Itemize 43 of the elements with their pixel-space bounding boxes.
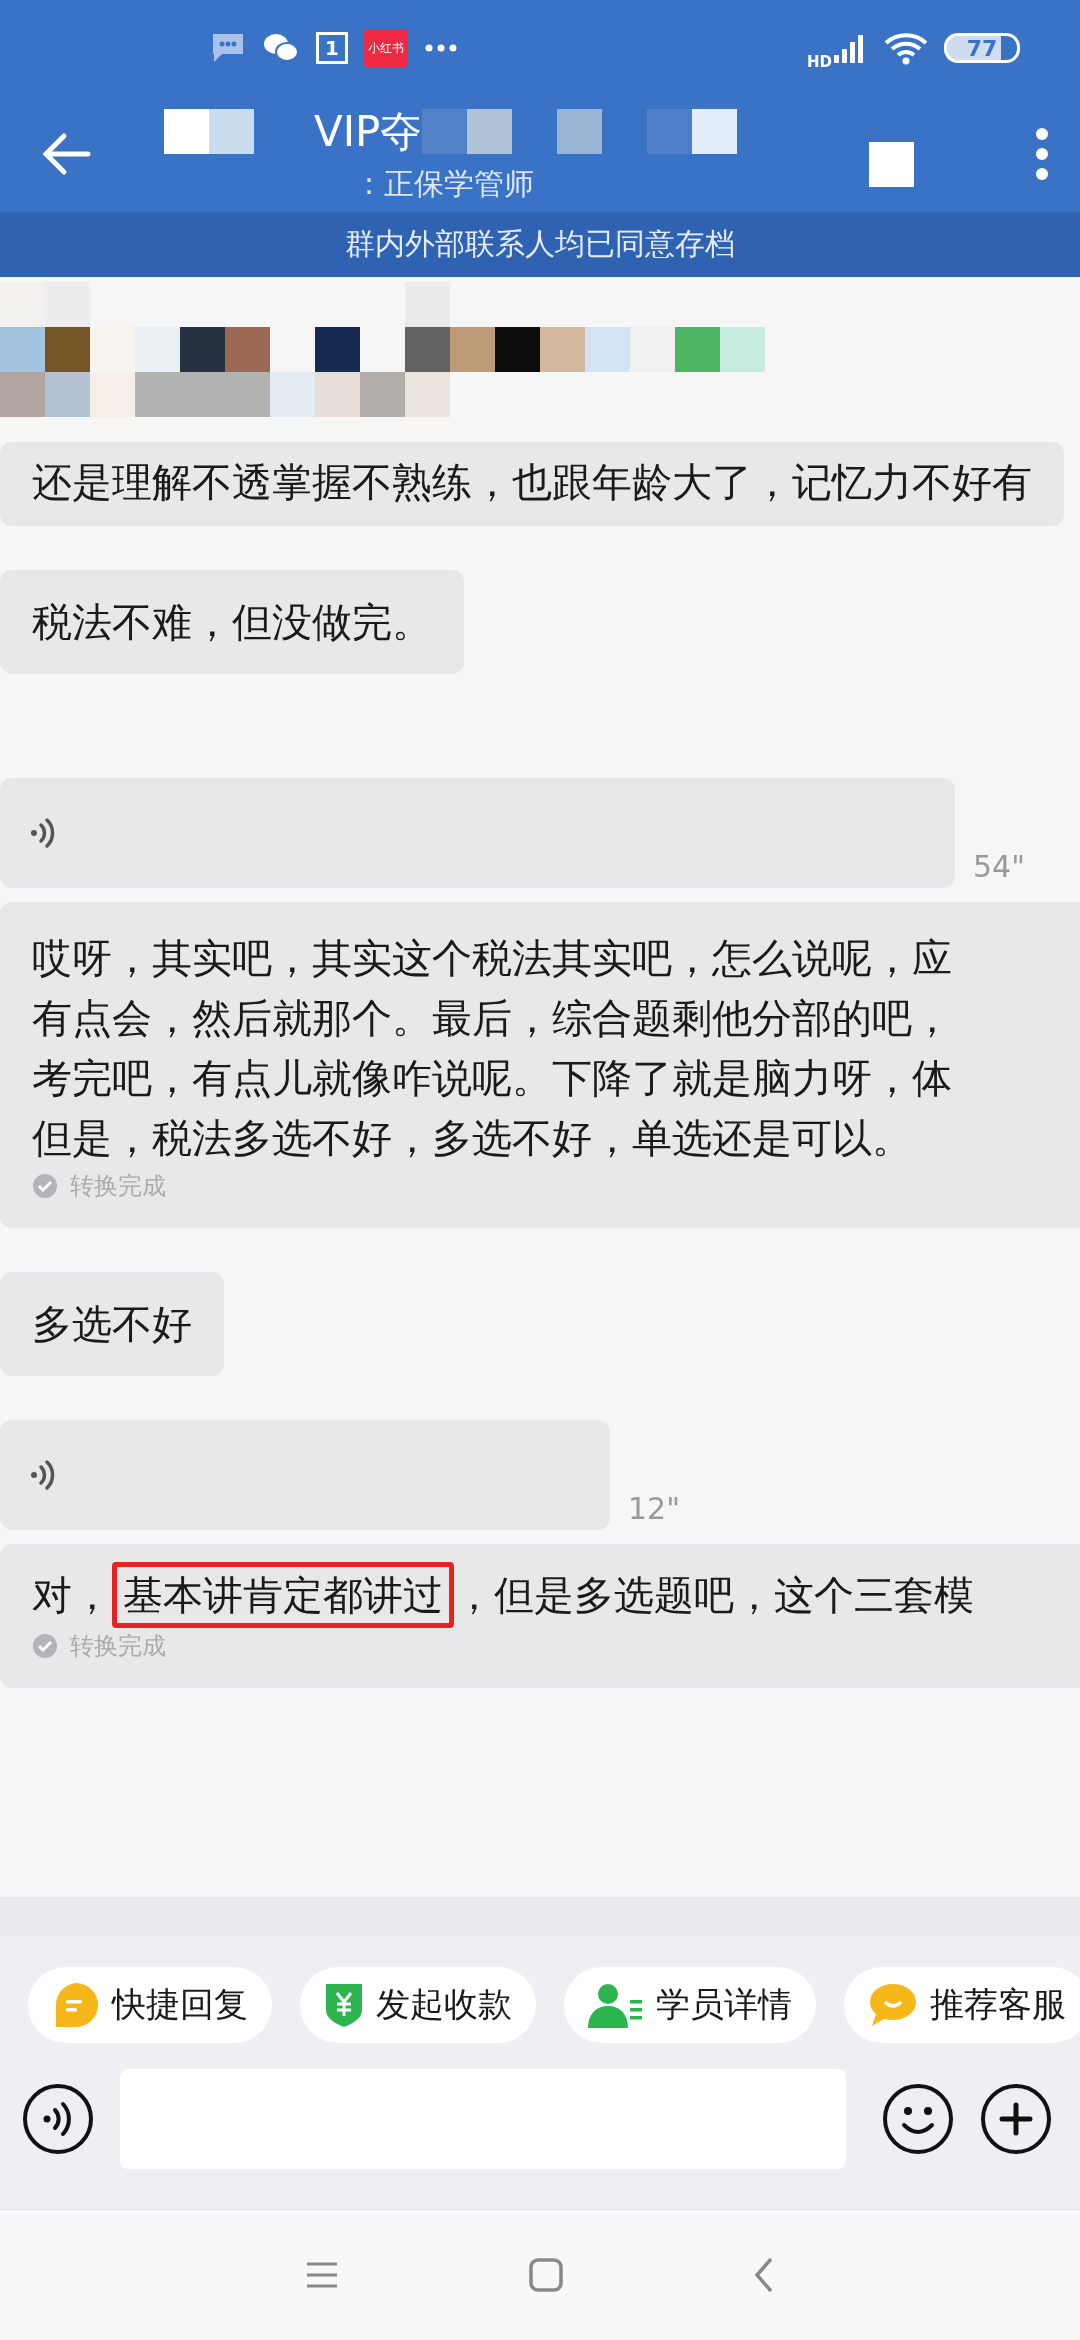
voice-icon (30, 816, 56, 850)
check-icon (32, 1633, 58, 1659)
group-owner-text: : 正保学管师 (363, 164, 535, 203)
transcript-text: 哎呀，其实吧，其实这个税法其实吧，怎么说呢，应 (32, 934, 953, 983)
status-text: 转换完成 (70, 1631, 166, 1662)
voice-icon (30, 1458, 56, 1492)
quick-action-chip[interactable]: 快捷回复 (28, 1967, 272, 2043)
network-label: HD (807, 53, 832, 71)
more-options-icon[interactable] (1034, 126, 1050, 182)
wifi-icon (884, 31, 928, 65)
message-bubble: 还是理解不透掌握不熟练，也跟年龄大了，记忆力不好有 (0, 442, 1064, 526)
voice-duration: 12" (628, 1491, 680, 1528)
back-icon[interactable] (40, 132, 92, 176)
voice-input-icon[interactable] (22, 2083, 94, 2155)
quick-action-chip[interactable]: 发起收款 (300, 1967, 536, 2043)
plus-icon[interactable] (980, 2083, 1052, 2155)
calendar-icon: 1 (316, 32, 348, 64)
status-text: 转换完成 (70, 1171, 166, 1202)
emoji-icon[interactable] (882, 2083, 954, 2155)
shield-icon (324, 1982, 364, 2028)
quick-action-chip[interactable]: 学员详情 (564, 1967, 816, 2043)
highlighted-text: 基本讲肯定都讲过 (112, 1562, 454, 1628)
message-bubble: 多选不好 (0, 1272, 224, 1376)
chat-title: VIP夺 (314, 105, 423, 158)
chat-smile-icon (868, 1982, 918, 2028)
check-icon (32, 1173, 58, 1199)
message-icon (210, 31, 246, 65)
archive-notice: 群内外部联系人均已同意存档 (0, 212, 1080, 277)
home-icon[interactable] (529, 2258, 563, 2292)
menu-icon[interactable] (305, 2261, 339, 2289)
back-nav-icon[interactable] (753, 2257, 775, 2293)
transcript-text: 有点会，然后就那个。最后，综合题剩他分部的吧， (32, 994, 953, 1043)
transcript-text: 但是，税法多选不好，多选不好，单选还是可以。 (32, 1114, 913, 1163)
app-icon: 小红书 (364, 29, 408, 67)
voice-duration: 54" (973, 849, 1025, 886)
message-bubble: 税法不难，但没做完。 (0, 570, 464, 674)
battery-indicator: 77 (944, 33, 1020, 63)
transcript-text: 对， (32, 1572, 112, 1618)
transcript-text: ，但是多选题吧，这个三套模 (454, 1572, 974, 1618)
quick-action-chip[interactable]: 推荐客服 (844, 1967, 1080, 2043)
more-icon (424, 43, 458, 53)
person-card-icon (588, 1982, 644, 2028)
transcript-text: 考完吧，有点儿就像咋说呢。下降了就是脑力呀，体 (32, 1054, 953, 1103)
